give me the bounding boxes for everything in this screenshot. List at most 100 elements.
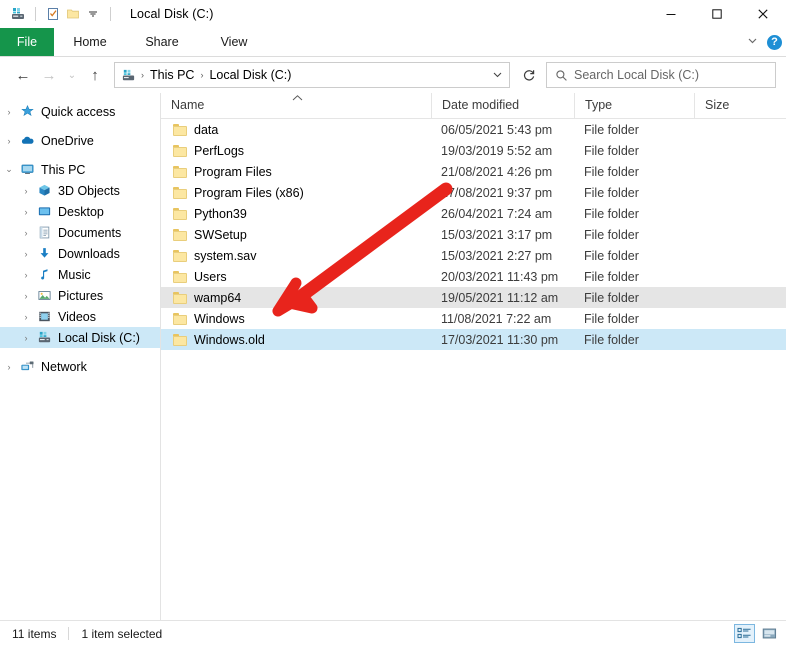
refresh-button[interactable]: [516, 63, 542, 87]
tab-share[interactable]: Share: [126, 28, 198, 56]
folder-icon: [173, 334, 187, 346]
sidebar-item-local-disk-c[interactable]: › Local Disk (C:): [0, 327, 160, 348]
breadcrumb-drive-icon: [121, 68, 136, 83]
videos-icon: [35, 309, 53, 324]
back-button[interactable]: ←: [10, 62, 36, 88]
sidebar-item-music[interactable]: › Music: [0, 264, 160, 285]
column-header-size[interactable]: Size: [694, 93, 767, 118]
recent-locations-button[interactable]: ⌄: [62, 62, 82, 88]
selection-info-label: 1 item selected: [69, 627, 162, 641]
details-view-button[interactable]: [734, 624, 755, 643]
table-row[interactable]: Windows11/08/2021 7:22 amFile folder: [161, 308, 786, 329]
navigation-pane: › Quick access › OneDrive ⌄ This PC ›: [0, 93, 161, 620]
tab-view[interactable]: View: [198, 28, 270, 56]
sidebar-item-pictures[interactable]: › Pictures: [0, 285, 160, 306]
breadcrumb[interactable]: › This PC › Local Disk (C:): [114, 62, 510, 88]
chevron-down-icon[interactable]: ⌄: [0, 164, 18, 175]
file-type-cell: File folder: [574, 291, 694, 305]
table-row[interactable]: data06/05/2021 5:43 pmFile folder: [161, 119, 786, 140]
table-row[interactable]: PerfLogs19/03/2019 5:52 amFile folder: [161, 140, 786, 161]
column-header-date-modified[interactable]: Date modified: [431, 93, 574, 118]
breadcrumb-separator-0[interactable]: ›: [138, 70, 147, 80]
table-row[interactable]: Program Files (x86)17/08/2021 9:37 pmFil…: [161, 182, 786, 203]
minimize-button[interactable]: [648, 0, 694, 28]
column-header-type[interactable]: Type: [574, 93, 694, 118]
table-row[interactable]: Users20/03/2021 11:43 pmFile folder: [161, 266, 786, 287]
file-name-label: Python39: [194, 207, 247, 221]
sidebar-item-label: Network: [36, 360, 87, 374]
breadcrumb-separator-1[interactable]: ›: [197, 70, 206, 80]
sidebar-item-desktop[interactable]: › Desktop: [0, 201, 160, 222]
sidebar-item-label: OneDrive: [36, 134, 94, 148]
chevron-right-icon[interactable]: ›: [0, 136, 18, 146]
chevron-down-icon[interactable]: [746, 34, 759, 50]
drive-icon[interactable]: [8, 4, 28, 24]
quick-access-toolbar: [0, 4, 118, 24]
customize-dropdown-icon[interactable]: [83, 4, 103, 24]
chevron-right-icon[interactable]: ›: [17, 333, 35, 343]
sidebar-gap: [0, 151, 160, 159]
breadcrumb-dropdown-icon[interactable]: [492, 69, 503, 82]
tab-file[interactable]: File: [0, 28, 54, 56]
item-count-label: 11 items: [0, 627, 56, 641]
breadcrumb-item-this-pc[interactable]: This PC: [147, 68, 197, 82]
address-bar: ← → ⌄ ↑ › This PC › Local Disk (C:): [0, 57, 786, 93]
sidebar-item-this-pc[interactable]: ⌄ This PC: [0, 159, 160, 180]
breadcrumb-item-local-disk[interactable]: Local Disk (C:): [206, 68, 294, 82]
file-date-cell: 17/03/2021 11:30 pm: [431, 333, 574, 347]
file-name-label: Users: [194, 270, 227, 284]
forward-button[interactable]: →: [36, 62, 62, 88]
download-icon: [35, 246, 53, 261]
table-row[interactable]: Windows.old17/03/2021 11:30 pmFile folde…: [161, 329, 786, 350]
sidebar-item-quick-access[interactable]: › Quick access: [0, 101, 160, 122]
close-button[interactable]: [740, 0, 786, 28]
large-icons-view-button[interactable]: [759, 624, 780, 643]
chevron-right-icon[interactable]: ›: [17, 207, 35, 217]
file-type-cell: File folder: [574, 270, 694, 284]
file-type-cell: File folder: [574, 207, 694, 221]
ribbon-right-controls: ?: [746, 28, 782, 56]
file-name-cell: SWSetup: [161, 228, 431, 242]
sidebar-item-downloads[interactable]: › Downloads: [0, 243, 160, 264]
sidebar-item-label: This PC: [36, 163, 85, 177]
chevron-right-icon[interactable]: ›: [17, 186, 35, 196]
chevron-right-icon[interactable]: ›: [0, 107, 18, 117]
chevron-right-icon[interactable]: ›: [17, 270, 35, 280]
sidebar-item-videos[interactable]: › Videos: [0, 306, 160, 327]
sidebar-item-3d-objects[interactable]: › 3D Objects: [0, 180, 160, 201]
table-row[interactable]: wamp6419/05/2021 11:12 amFile folder: [161, 287, 786, 308]
file-type-cell: File folder: [574, 228, 694, 242]
toolbar-divider: [35, 7, 36, 21]
chevron-right-icon[interactable]: ›: [17, 228, 35, 238]
properties-icon[interactable]: [43, 4, 63, 24]
chevron-right-icon[interactable]: ›: [17, 312, 35, 322]
help-icon[interactable]: ?: [767, 35, 782, 50]
sidebar-item-label: Videos: [53, 310, 96, 324]
search-input[interactable]: Search Local Disk (C:): [546, 62, 776, 88]
chevron-right-icon[interactable]: ›: [0, 362, 18, 372]
new-folder-icon[interactable]: [63, 4, 83, 24]
file-name-cell: Users: [161, 270, 431, 284]
file-name-cell: wamp64: [161, 291, 431, 305]
file-name-cell: system.sav: [161, 249, 431, 263]
sort-ascending-icon: [291, 94, 304, 104]
file-date-cell: 26/04/2021 7:24 am: [431, 207, 574, 221]
sidebar-item-label: Documents: [53, 226, 121, 240]
tab-home[interactable]: Home: [54, 28, 126, 56]
table-row[interactable]: Program Files21/08/2021 4:26 pmFile fold…: [161, 161, 786, 182]
table-row[interactable]: system.sav15/03/2021 2:27 pmFile folder: [161, 245, 786, 266]
ribbon-tab-bar: File Home Share View ?: [0, 28, 786, 57]
table-row[interactable]: Python39 26/04/2021 7:24 amFile folder: [161, 203, 786, 224]
file-name-label: system.sav: [194, 249, 257, 263]
sidebar-item-network[interactable]: › Network: [0, 356, 160, 377]
chevron-right-icon[interactable]: ›: [17, 291, 35, 301]
folder-icon: [173, 250, 187, 262]
chevron-right-icon[interactable]: ›: [17, 249, 35, 259]
sidebar-item-onedrive[interactable]: › OneDrive: [0, 130, 160, 151]
maximize-button[interactable]: [694, 0, 740, 28]
search-placeholder: Search Local Disk (C:): [574, 68, 699, 82]
table-row[interactable]: SWSetup15/03/2021 3:17 pmFile folder: [161, 224, 786, 245]
sidebar-item-documents[interactable]: › Documents: [0, 222, 160, 243]
file-name-cell: data: [161, 123, 431, 137]
up-button[interactable]: ↑: [82, 62, 108, 88]
